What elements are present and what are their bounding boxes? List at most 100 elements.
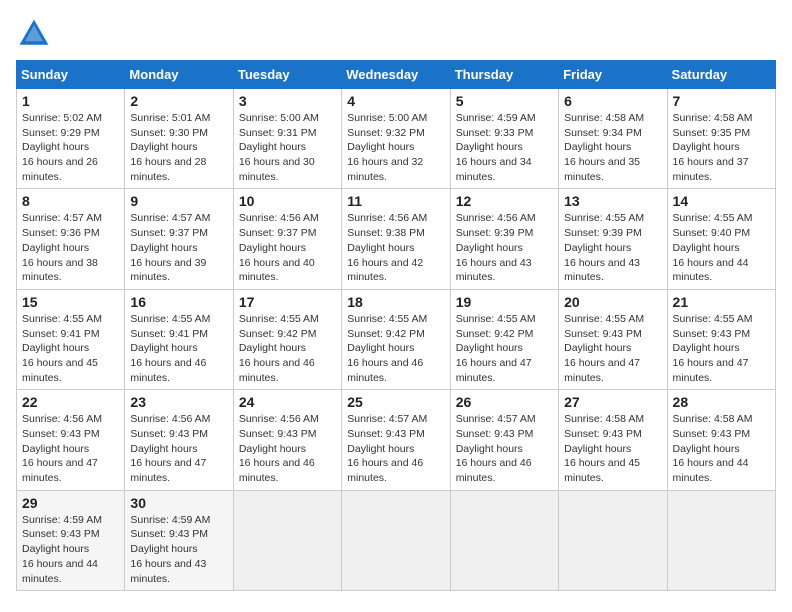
calendar-week-row: 8 Sunrise: 4:57 AMSunset: 9:36 PMDaylight… — [17, 189, 776, 289]
day-number: 21 — [673, 294, 770, 310]
calendar-week-row: 29 Sunrise: 4:59 AMSunset: 9:43 PMDayligh… — [17, 490, 776, 590]
day-number: 10 — [239, 193, 336, 209]
calendar-cell: 30 Sunrise: 4:59 AMSunset: 9:43 PMDayligh… — [125, 490, 233, 590]
calendar-cell: 17 Sunrise: 4:55 AMSunset: 9:42 PMDayligh… — [233, 289, 341, 389]
calendar-cell: 11 Sunrise: 4:56 AMSunset: 9:38 PMDayligh… — [342, 189, 450, 289]
day-info: Sunrise: 5:00 AMSunset: 9:31 PMDaylight … — [239, 111, 336, 184]
calendar-cell — [342, 490, 450, 590]
day-number: 2 — [130, 93, 227, 109]
calendar-cell: 29 Sunrise: 4:59 AMSunset: 9:43 PMDayligh… — [17, 490, 125, 590]
calendar-cell: 26Sunrise: 4:57 AMSunset: 9:43 PMDayligh… — [450, 390, 558, 490]
day-info: Sunrise: 4:57 AMSunset: 9:43 PMDaylight … — [347, 412, 444, 485]
day-number: 29 — [22, 495, 119, 511]
page-header — [16, 16, 776, 52]
day-number: 25 — [347, 394, 444, 410]
day-number: 13 — [564, 193, 661, 209]
day-info: Sunrise: 4:56 AMSunset: 9:43 PMDaylight … — [239, 412, 336, 485]
calendar-cell: 8 Sunrise: 4:57 AMSunset: 9:36 PMDaylight… — [17, 189, 125, 289]
weekday-header: Sunday — [17, 61, 125, 89]
calendar-cell — [450, 490, 558, 590]
day-info: Sunrise: 4:55 AMSunset: 9:41 PMDaylight … — [22, 312, 119, 385]
day-number: 5 — [456, 93, 553, 109]
day-number: 8 — [22, 193, 119, 209]
calendar-cell: 2 Sunrise: 5:01 AMSunset: 9:30 PMDaylight… — [125, 89, 233, 189]
day-info: Sunrise: 4:56 AMSunset: 9:38 PMDaylight … — [347, 211, 444, 284]
day-info: Sunrise: 5:00 AMSunset: 9:32 PMDaylight … — [347, 111, 444, 184]
calendar-cell: 15Sunrise: 4:55 AMSunset: 9:41 PMDayligh… — [17, 289, 125, 389]
day-info: Sunrise: 4:58 AMSunset: 9:43 PMDaylight … — [564, 412, 661, 485]
weekday-header: Wednesday — [342, 61, 450, 89]
weekday-header: Monday — [125, 61, 233, 89]
weekday-header: Tuesday — [233, 61, 341, 89]
day-number: 14 — [673, 193, 770, 209]
day-number: 4 — [347, 93, 444, 109]
calendar-cell: 12Sunrise: 4:56 AMSunset: 9:39 PMDayligh… — [450, 189, 558, 289]
calendar-cell: 19 Sunrise: 4:55 AMSunset: 9:42 PMDayligh… — [450, 289, 558, 389]
day-info: Sunrise: 4:55 AMSunset: 9:42 PMDaylight … — [456, 312, 553, 385]
day-number: 1 — [22, 93, 119, 109]
calendar-cell — [233, 490, 341, 590]
calendar-cell: 24Sunrise: 4:56 AMSunset: 9:43 PMDayligh… — [233, 390, 341, 490]
calendar-cell: 10 Sunrise: 4:56 AMSunset: 9:37 PMDayligh… — [233, 189, 341, 289]
day-number: 19 — [456, 294, 553, 310]
calendar-cell: 5 Sunrise: 4:59 AMSunset: 9:33 PMDaylight… — [450, 89, 558, 189]
calendar-header-row: SundayMondayTuesdayWednesdayThursdayFrid… — [17, 61, 776, 89]
calendar-cell: 27 Sunrise: 4:58 AMSunset: 9:43 PMDayligh… — [559, 390, 667, 490]
calendar-cell: 9 Sunrise: 4:57 AMSunset: 9:37 PMDaylight… — [125, 189, 233, 289]
day-number: 30 — [130, 495, 227, 511]
calendar-table: SundayMondayTuesdayWednesdayThursdayFrid… — [16, 60, 776, 591]
day-number: 6 — [564, 93, 661, 109]
day-info: Sunrise: 4:55 AMSunset: 9:43 PMDaylight … — [673, 312, 770, 385]
day-info: Sunrise: 4:57 AMSunset: 9:37 PMDaylight … — [130, 211, 227, 284]
day-number: 18 — [347, 294, 444, 310]
day-info: Sunrise: 4:57 AMSunset: 9:43 PMDaylight … — [456, 412, 553, 485]
day-info: Sunrise: 4:59 AMSunset: 9:33 PMDaylight … — [456, 111, 553, 184]
logo-icon — [16, 16, 52, 52]
calendar-cell: 1 Sunrise: 5:02 AMSunset: 9:29 PMDaylight… — [17, 89, 125, 189]
day-info: Sunrise: 4:55 AMSunset: 9:42 PMDaylight … — [347, 312, 444, 385]
calendar-cell: 21 Sunrise: 4:55 AMSunset: 9:43 PMDayligh… — [667, 289, 775, 389]
day-number: 7 — [673, 93, 770, 109]
logo — [16, 16, 58, 52]
day-info: Sunrise: 4:57 AMSunset: 9:36 PMDaylight … — [22, 211, 119, 284]
day-number: 3 — [239, 93, 336, 109]
day-info: Sunrise: 4:59 AMSunset: 9:43 PMDaylight … — [130, 513, 227, 586]
calendar-week-row: 1 Sunrise: 5:02 AMSunset: 9:29 PMDaylight… — [17, 89, 776, 189]
calendar-cell: 28Sunrise: 4:58 AMSunset: 9:43 PMDayligh… — [667, 390, 775, 490]
day-info: Sunrise: 4:58 AMSunset: 9:34 PMDaylight … — [564, 111, 661, 184]
calendar-cell: 20 Sunrise: 4:55 AMSunset: 9:43 PMDayligh… — [559, 289, 667, 389]
day-number: 11 — [347, 193, 444, 209]
day-number: 27 — [564, 394, 661, 410]
calendar-cell: 22Sunrise: 4:56 AMSunset: 9:43 PMDayligh… — [17, 390, 125, 490]
day-info: Sunrise: 4:56 AMSunset: 9:39 PMDaylight … — [456, 211, 553, 284]
calendar-week-row: 22 Sunrise: 4:56 AMSunset: 9:43 PMDayligh… — [17, 390, 776, 490]
day-number: 16 — [130, 294, 227, 310]
calendar-cell — [559, 490, 667, 590]
weekday-header: Thursday — [450, 61, 558, 89]
weekday-header: Saturday — [667, 61, 775, 89]
day-number: 9 — [130, 193, 227, 209]
day-info: Sunrise: 4:58 AMSunset: 9:35 PMDaylight … — [673, 111, 770, 184]
calendar-cell: 14Sunrise: 4:55 AMSunset: 9:40 PMDayligh… — [667, 189, 775, 289]
day-info: Sunrise: 4:56 AMSunset: 9:43 PMDaylight … — [130, 412, 227, 485]
day-number: 20 — [564, 294, 661, 310]
day-info: Sunrise: 4:59 AMSunset: 9:43 PMDaylight … — [22, 513, 119, 586]
day-info: Sunrise: 4:56 AMSunset: 9:37 PMDaylight … — [239, 211, 336, 284]
day-info: Sunrise: 4:55 AMSunset: 9:43 PMDaylight … — [564, 312, 661, 385]
weekday-header: Friday — [559, 61, 667, 89]
calendar-cell: 18 Sunrise: 4:55 AMSunset: 9:42 PMDayligh… — [342, 289, 450, 389]
day-info: Sunrise: 4:55 AMSunset: 9:39 PMDaylight … — [564, 211, 661, 284]
calendar-cell: 25 Sunrise: 4:57 AMSunset: 9:43 PMDayligh… — [342, 390, 450, 490]
day-number: 17 — [239, 294, 336, 310]
day-number: 23 — [130, 394, 227, 410]
calendar-cell: 23 Sunrise: 4:56 AMSunset: 9:43 PMDayligh… — [125, 390, 233, 490]
calendar-cell — [667, 490, 775, 590]
calendar-cell: 13 Sunrise: 4:55 AMSunset: 9:39 PMDayligh… — [559, 189, 667, 289]
calendar-cell: 3 Sunrise: 5:00 AMSunset: 9:31 PMDaylight… — [233, 89, 341, 189]
day-info: Sunrise: 5:02 AMSunset: 9:29 PMDaylight … — [22, 111, 119, 184]
day-info: Sunrise: 4:58 AMSunset: 9:43 PMDaylight … — [673, 412, 770, 485]
day-info: Sunrise: 5:01 AMSunset: 9:30 PMDaylight … — [130, 111, 227, 184]
day-info: Sunrise: 4:55 AMSunset: 9:42 PMDaylight … — [239, 312, 336, 385]
day-number: 22 — [22, 394, 119, 410]
day-info: Sunrise: 4:55 AMSunset: 9:41 PMDaylight … — [130, 312, 227, 385]
